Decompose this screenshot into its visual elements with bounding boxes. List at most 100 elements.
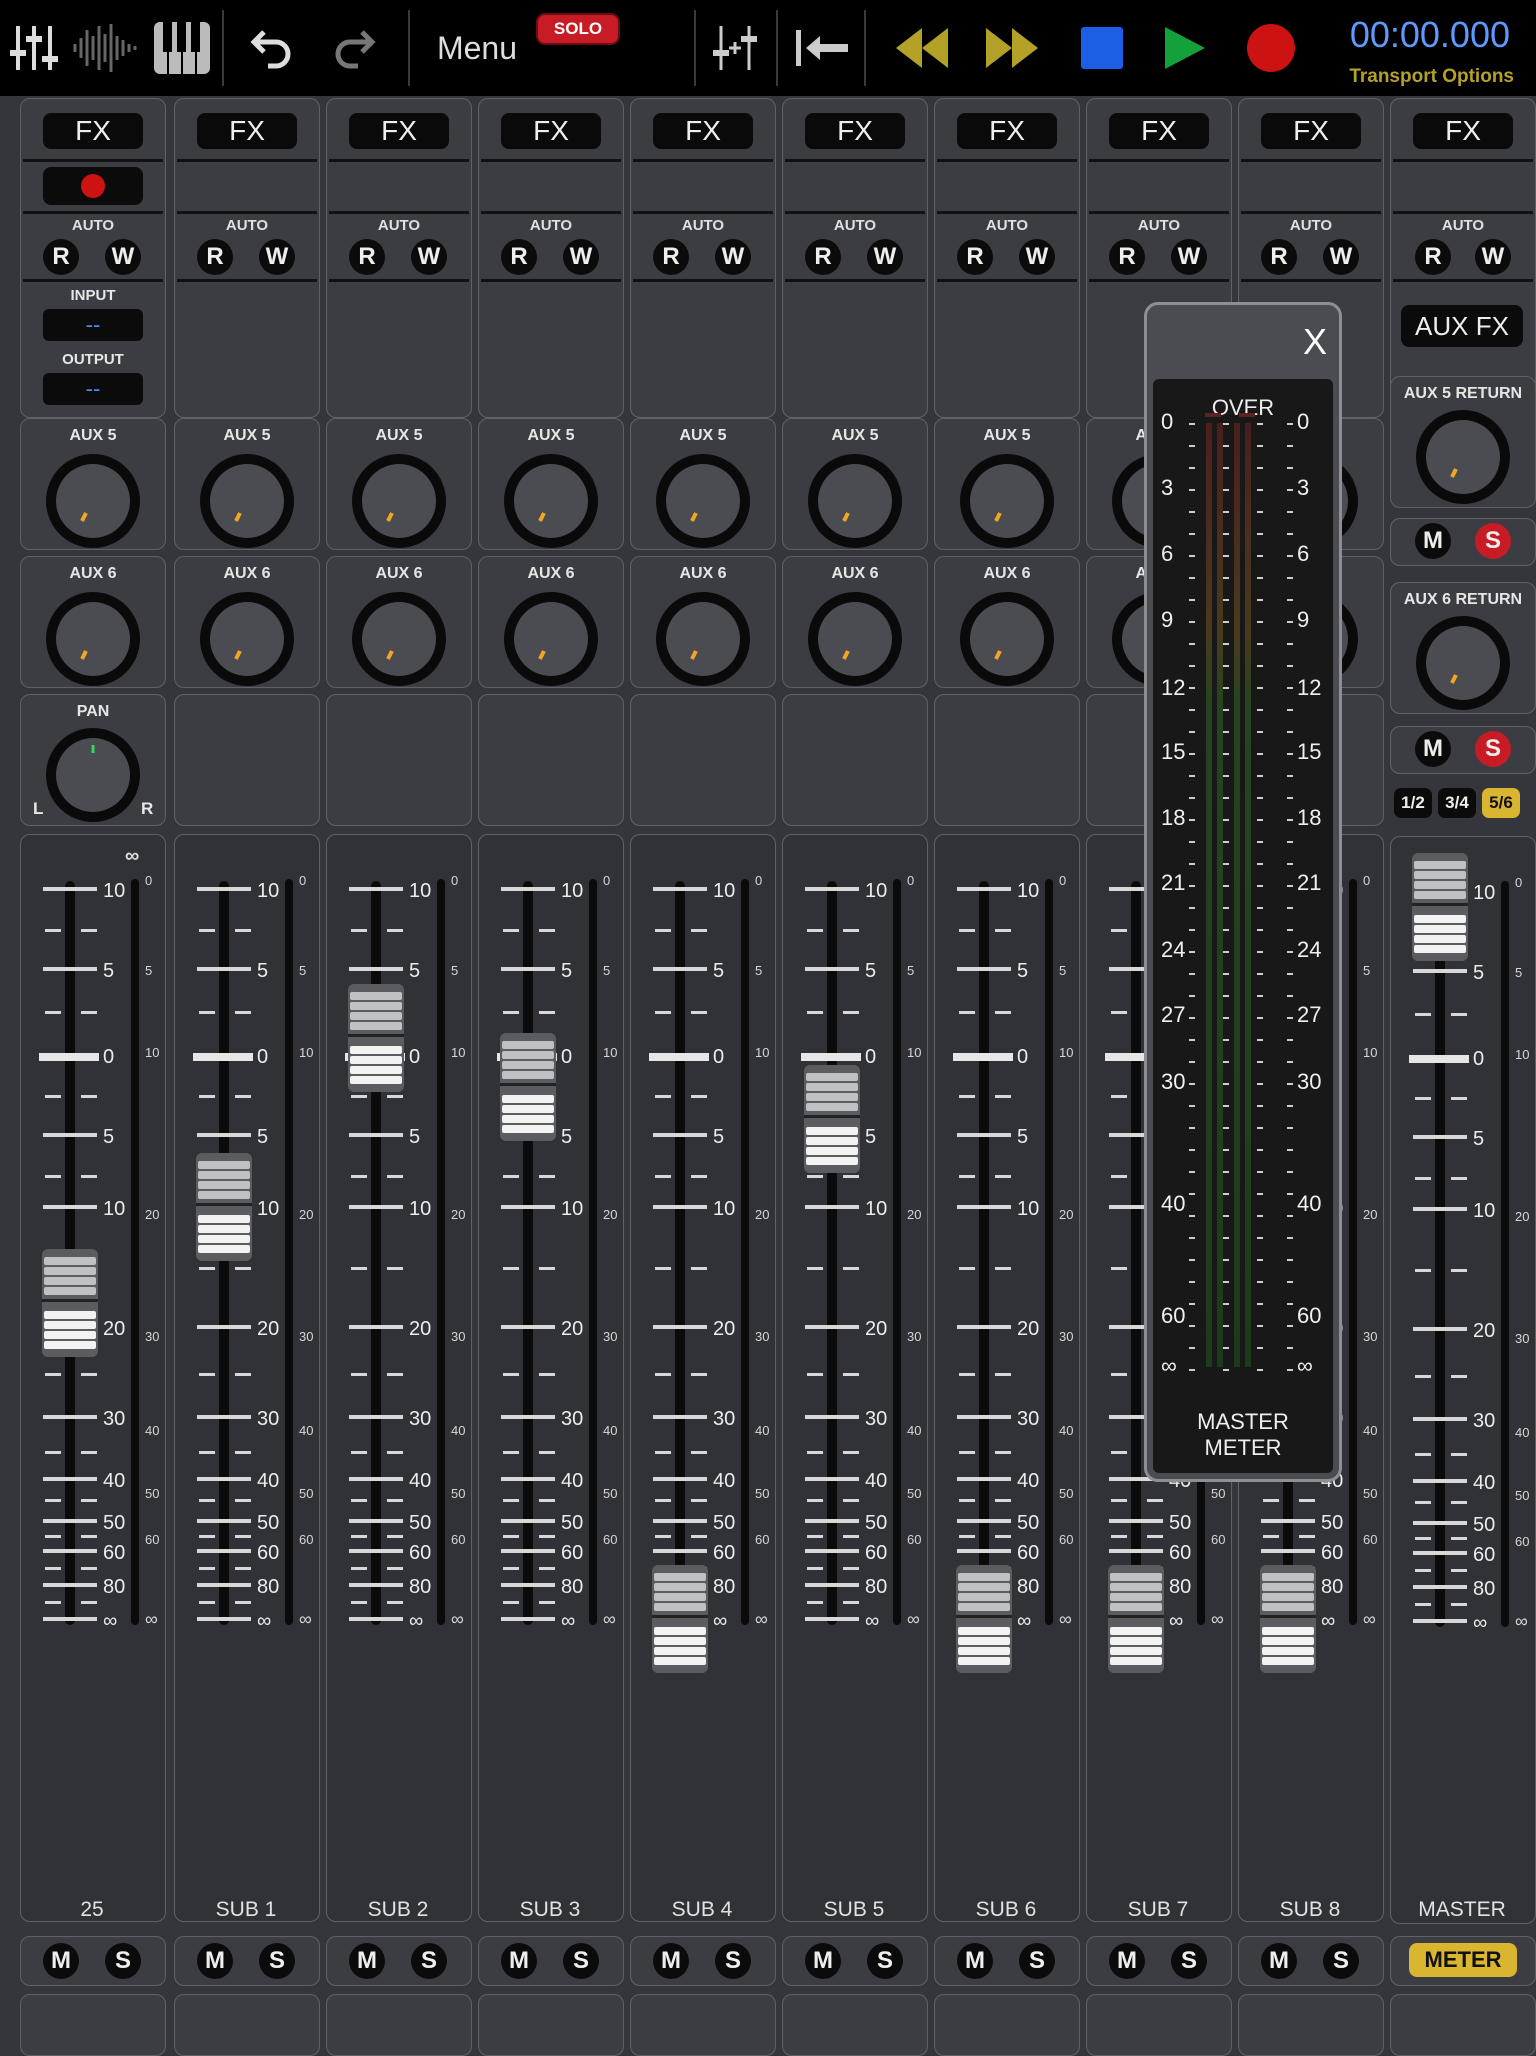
write-automation-button[interactable]: W [1019, 239, 1055, 275]
pan-knob[interactable] [43, 725, 143, 825]
meter-toggle-button[interactable]: METER [1409, 1943, 1517, 1977]
mute-button[interactable]: M [1109, 1943, 1145, 1979]
aux5-return-knob[interactable] [1413, 407, 1513, 507]
read-automation-button[interactable]: R [349, 239, 385, 275]
fader-handle[interactable] [194, 1153, 254, 1261]
aux-fx-button[interactable]: AUX FX [1401, 305, 1523, 347]
mute-button[interactable]: M [653, 1943, 689, 1979]
redo-icon[interactable] [326, 0, 386, 96]
transport-options-button[interactable]: Transport Options [1349, 66, 1514, 88]
mute-button[interactable]: M [1261, 1943, 1297, 1979]
input-select[interactable]: -- [43, 309, 143, 341]
aux6-return-mute-button[interactable]: M [1415, 731, 1451, 767]
read-automation-button[interactable]: R [1109, 239, 1145, 275]
fx-button[interactable]: FX [1109, 113, 1209, 149]
fx-button[interactable]: FX [197, 113, 297, 149]
solo-badge[interactable]: SOLO [536, 13, 620, 45]
mute-button[interactable]: M [197, 1943, 233, 1979]
write-automation-button[interactable]: W [105, 239, 141, 275]
group-5-6-button[interactable]: 5/6 [1482, 788, 1520, 818]
write-automation-button[interactable]: W [867, 239, 903, 275]
write-automation-button[interactable]: W [1171, 239, 1207, 275]
solo-button[interactable]: S [411, 1943, 447, 1979]
group-3-4-button[interactable]: 3/4 [1438, 788, 1476, 818]
fader-track[interactable] [827, 881, 837, 1625]
fx-button[interactable]: FX [805, 113, 905, 149]
mute-button[interactable]: M [501, 1943, 537, 1979]
solo-button[interactable]: S [1323, 1943, 1359, 1979]
fader-handle[interactable] [650, 1565, 710, 1673]
fx-button[interactable]: FX [1261, 113, 1361, 149]
aux6-send-knob[interactable] [43, 589, 143, 689]
solo-button[interactable]: S [105, 1943, 141, 1979]
fader-insert-icon[interactable] [706, 0, 768, 96]
mixer-sliders-icon[interactable] [4, 0, 64, 96]
master-fader-handle[interactable] [1410, 853, 1470, 961]
solo-button[interactable]: S [259, 1943, 295, 1979]
fader-track[interactable] [1131, 881, 1141, 1625]
solo-button[interactable]: S [1171, 1943, 1207, 1979]
read-automation-button[interactable]: R [805, 239, 841, 275]
fx-button[interactable]: FX [957, 113, 1057, 149]
play-icon[interactable] [1158, 0, 1210, 96]
fx-button[interactable]: FX [349, 113, 449, 149]
read-automation-button[interactable]: R [501, 239, 537, 275]
piano-keys-icon[interactable] [150, 0, 214, 96]
fader-handle[interactable] [802, 1065, 862, 1173]
read-automation-button[interactable]: R [653, 239, 689, 275]
undo-icon[interactable] [240, 0, 300, 96]
write-automation-button[interactable]: W [1323, 239, 1359, 275]
record-arm-button[interactable] [43, 167, 143, 205]
aux6-send-knob[interactable] [349, 589, 449, 689]
aux5-send-knob[interactable] [653, 451, 753, 551]
aux6-send-knob[interactable] [197, 589, 297, 689]
stop-icon[interactable] [1076, 0, 1128, 96]
aux5-send-knob[interactable] [197, 451, 297, 551]
read-automation-button[interactable]: R [197, 239, 233, 275]
solo-button[interactable]: S [1019, 1943, 1055, 1979]
time-display[interactable]: 00:00.000 [1350, 14, 1510, 56]
aux5-send-knob[interactable] [43, 451, 143, 551]
fader-handle[interactable] [1258, 1565, 1318, 1673]
output-select[interactable]: -- [43, 373, 143, 405]
fx-button[interactable]: FX [501, 113, 601, 149]
solo-button[interactable]: S [563, 1943, 599, 1979]
fader-track[interactable] [523, 881, 533, 1625]
mute-button[interactable]: M [349, 1943, 385, 1979]
aux6-send-knob[interactable] [805, 589, 905, 689]
mute-button[interactable]: M [957, 1943, 993, 1979]
fx-button[interactable]: FX [653, 113, 753, 149]
mute-button[interactable]: M [43, 1943, 79, 1979]
read-automation-button[interactable]: R [957, 239, 993, 275]
write-automation-button[interactable]: W [1475, 239, 1511, 275]
write-automation-button[interactable]: W [563, 239, 599, 275]
fader-handle[interactable] [346, 983, 406, 1092]
aux6-return-solo-button[interactable]: S [1475, 731, 1511, 767]
master-fx-button[interactable]: FX [1413, 113, 1513, 149]
fader-handle[interactable] [954, 1565, 1014, 1673]
aux6-send-knob[interactable] [653, 589, 753, 689]
fx-button[interactable]: FX [43, 113, 143, 149]
aux5-send-knob[interactable] [349, 451, 449, 551]
fader-track[interactable] [1435, 883, 1445, 1627]
aux6-send-knob[interactable] [957, 589, 1057, 689]
return-to-start-icon[interactable] [790, 0, 854, 96]
fast-forward-icon[interactable] [980, 0, 1044, 96]
mute-button[interactable]: M [805, 1943, 841, 1979]
rewind-icon[interactable] [890, 0, 954, 96]
waveform-icon[interactable] [70, 0, 140, 96]
menu-button[interactable]: Menu [424, 0, 530, 96]
fader-handle[interactable] [1106, 1565, 1166, 1673]
group-1-2-button[interactable]: 1/2 [1394, 788, 1432, 818]
aux5-return-mute-button[interactable]: M [1415, 523, 1451, 559]
solo-button[interactable]: S [715, 1943, 751, 1979]
close-meter-button[interactable]: X [1303, 321, 1327, 363]
aux5-send-knob[interactable] [805, 451, 905, 551]
aux5-send-knob[interactable] [957, 451, 1057, 551]
aux6-send-knob[interactable] [501, 589, 601, 689]
read-automation-button[interactable]: R [1415, 239, 1451, 275]
record-icon[interactable] [1244, 0, 1298, 96]
read-automation-button[interactable]: R [1261, 239, 1297, 275]
write-automation-button[interactable]: W [715, 239, 751, 275]
aux5-send-knob[interactable] [501, 451, 601, 551]
